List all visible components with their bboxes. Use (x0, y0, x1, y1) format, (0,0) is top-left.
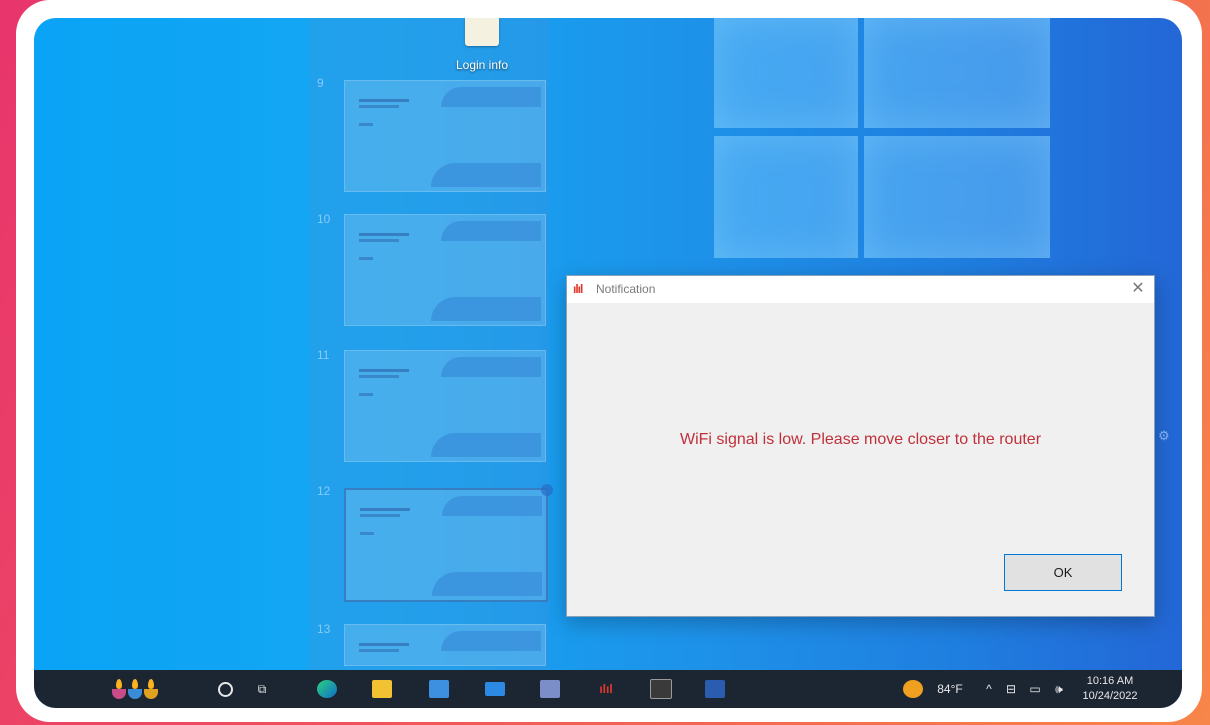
search-icon[interactable] (210, 670, 240, 708)
slide-number: 11 (317, 348, 330, 362)
slide-thumbnail (344, 350, 546, 462)
gear-icon: ⚙ (1158, 428, 1170, 443)
desktop-icon-label: Login info (455, 58, 509, 72)
slide-thumbnail-selected (344, 488, 548, 602)
notification-dialog: ılıl Notification ✕ WiFi signal is low. … (566, 275, 1155, 617)
dialog-title: Notification (596, 282, 656, 296)
volume-icon[interactable]: 🕪 (1048, 670, 1070, 708)
slide-number: 9 (317, 76, 324, 90)
scroll-handle (541, 484, 553, 496)
text-file-icon (465, 18, 499, 46)
close-icon[interactable]: ✕ (1128, 279, 1148, 299)
diwali-icon[interactable] (100, 670, 170, 708)
windows-logo-pane-tr (864, 18, 1050, 128)
slide-thumbnail (344, 214, 546, 326)
slide-number: 13 (317, 622, 331, 636)
windows-logo-pane-bl (714, 136, 858, 258)
display-icon[interactable]: ▭ (1024, 670, 1046, 708)
windows-logo-pane-br (864, 136, 1050, 258)
network-icon[interactable]: ⊟ (1000, 670, 1022, 708)
slide-number: 12 (317, 484, 331, 498)
dialog-message: WiFi signal is low. Please move closer t… (679, 431, 1042, 448)
app-signal-icon: ılıl (573, 282, 583, 296)
desktop-icon-login-info[interactable]: Login info (444, 18, 520, 72)
slide-thumbnail (344, 624, 546, 666)
weather-temp[interactable]: 84°F (930, 670, 970, 708)
task-view-icon[interactable]: ⧉ (247, 670, 277, 708)
slide-thumbnail (344, 80, 546, 192)
remote-desktop-icon[interactable] (535, 670, 565, 708)
dialog-titlebar[interactable]: ılıl Notification ✕ (567, 276, 1154, 303)
mail-icon[interactable] (480, 670, 510, 708)
ok-button[interactable]: OK (1004, 554, 1122, 591)
terminal-icon[interactable] (646, 670, 676, 708)
clock[interactable]: 10:16 AM 10/24/2022 (1074, 670, 1146, 708)
clock-time: 10:16 AM (1086, 675, 1134, 687)
wifi-app-icon[interactable]: ılıl (591, 670, 621, 708)
desktop-screen: 9 10 11 12 13 Login info ⚙ ılıl Notifica… (34, 18, 1182, 708)
store-icon[interactable] (424, 670, 454, 708)
edge-icon[interactable] (312, 670, 342, 708)
clock-date: 10/24/2022 (1082, 690, 1138, 702)
slide-number: 10 (317, 212, 331, 226)
file-explorer-icon[interactable] (367, 670, 397, 708)
powershell-icon[interactable] (700, 670, 730, 708)
chevron-up-icon[interactable]: ^ (980, 670, 998, 708)
windows-logo-pane-tl (714, 18, 858, 128)
taskbar: ⧉ ılıl 84°F ^ ⊟ ▭ 🕪 10:16 AM 10/24/2022 (34, 670, 1182, 708)
weather-icon[interactable] (898, 670, 928, 708)
